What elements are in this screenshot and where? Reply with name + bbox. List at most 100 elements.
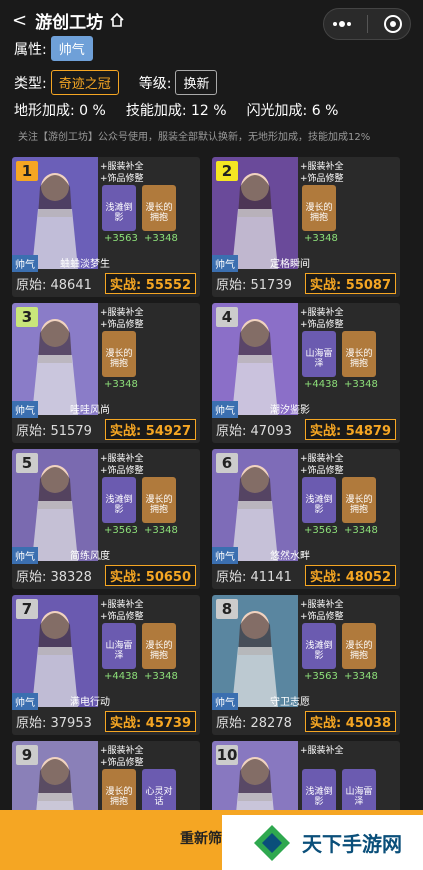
outfit-card[interactable]: 4 帅气 潮汐鉴影 +服装补全 +饰品修整 山海雷泽 +4438 漫长的拥抱 +… — [212, 303, 400, 443]
item-name: 漫长的拥抱 — [305, 203, 333, 223]
slot-accessory-title: +饰品修整 — [300, 174, 344, 184]
item-name: 浅滩倒影 — [105, 203, 133, 223]
score-row: 原始: 47093 实战: 54879 — [212, 417, 400, 441]
real-score: 实战: 45038 — [305, 711, 396, 732]
brand-text: 天下手游网 — [302, 832, 402, 856]
refilter-button[interactable]: 重新筛 — [180, 828, 222, 848]
outfit-card[interactable]: 7 帅气 满电行动 +服装补全 +饰品修整 山海雷泽 +4438 漫长的拥抱 +… — [12, 595, 200, 735]
skill-bonus[interactable]: 技能加成: 12 % — [126, 100, 227, 120]
level-chip[interactable]: 换新 — [175, 70, 218, 95]
item-name: 漫长的拥抱 — [145, 203, 173, 223]
item-card[interactable]: 山海雷泽 — [342, 769, 376, 815]
original-score: 原始: 28278 — [216, 715, 292, 731]
item-name: 浅滩倒影 — [305, 641, 333, 661]
item-card[interactable]: 山海雷泽 — [102, 623, 136, 669]
item-card[interactable]: 漫长的拥抱 — [302, 185, 336, 231]
original-score: 原始: 48641 — [16, 277, 92, 293]
item-name: 山海雷泽 — [345, 787, 373, 807]
rank-badge: 9 — [16, 745, 38, 765]
item-name: 山海雷泽 — [105, 641, 133, 661]
style-tag: 帅气 — [12, 255, 38, 272]
original-score: 原始: 38328 — [16, 569, 92, 585]
item-card[interactable]: 漫长的拥抱 — [342, 477, 376, 523]
item-name: 浅滩倒影 — [305, 495, 333, 515]
item-name: 漫长的拥抱 — [345, 349, 373, 369]
outfit-card[interactable]: 6 帅气 悠然水畔 +服装补全 +饰品修整 浅滩倒影 +3563 漫长的拥抱 +… — [212, 449, 400, 589]
item-card[interactable]: 漫长的拥抱 — [342, 331, 376, 377]
item-bonus: +3348 — [144, 233, 178, 244]
capsule-menu — [323, 8, 411, 40]
slot-accessory-title: +饰品修整 — [100, 466, 144, 476]
item-name: 漫长的拥抱 — [105, 349, 133, 369]
rank-badge: 4 — [216, 307, 238, 327]
score-row: 原始: 48641 实战: 55552 — [12, 271, 200, 295]
item-card[interactable]: 漫长的拥抱 — [342, 623, 376, 669]
item-card[interactable]: 浅滩倒影 — [302, 769, 336, 815]
item-name: 山海雷泽 — [305, 349, 333, 369]
outfit-card[interactable]: 1 帅气 蛐蛐淡梦生 +服装补全 +饰品修整 浅滩倒影 +3563 漫长的拥抱 … — [12, 157, 200, 297]
item-card[interactable]: 浅滩倒影 — [102, 477, 136, 523]
item-card[interactable]: 漫长的拥抱 — [102, 769, 136, 815]
score-row: 原始: 51739 实战: 55087 — [212, 271, 400, 295]
flash-bonus[interactable]: 闪光加成: 6 % — [247, 100, 339, 120]
back-icon[interactable]: < — [12, 10, 27, 31]
attr-chip[interactable]: 帅气 — [50, 36, 93, 61]
item-bonus: +3348 — [344, 379, 378, 390]
item-card[interactable]: 浅滩倒影 — [102, 185, 136, 231]
terrain-bonus[interactable]: 地形加成: 0 % — [14, 100, 106, 120]
item-card[interactable]: 浅滩倒影 — [302, 623, 336, 669]
real-score: 实战: 54927 — [105, 419, 196, 440]
rank-badge: 6 — [216, 453, 238, 473]
original-score: 原始: 37953 — [16, 715, 92, 731]
rank-badge: 7 — [16, 599, 38, 619]
level-label: 等级: — [138, 75, 172, 92]
real-score: 实战: 48052 — [305, 565, 396, 586]
outfit-card[interactable]: 5 帅气 简练风度 +服装补全 +饰品修整 浅滩倒影 +3563 漫长的拥抱 +… — [12, 449, 200, 589]
item-bonus: +3563 — [104, 525, 138, 536]
item-card[interactable]: 心灵对话 — [142, 769, 176, 815]
item-bonus: +3348 — [304, 233, 338, 244]
item-card[interactable]: 山海雷泽 — [302, 331, 336, 377]
outfit-name: 悠然水畔 — [270, 551, 310, 562]
real-score: 实战: 50650 — [105, 565, 196, 586]
home-icon[interactable] — [109, 12, 125, 28]
filter-type: 类型: 奇迹之冠 等级: 换新 — [14, 70, 218, 95]
score-row: 原始: 28278 实战: 45038 — [212, 709, 400, 733]
outfit-name: 满电行动 — [70, 697, 110, 708]
capsule-divider — [366, 15, 368, 33]
slot-accessory-title: +饰品修整 — [100, 174, 144, 184]
real-score: 实战: 54879 — [305, 419, 396, 440]
item-bonus: +3563 — [304, 525, 338, 536]
original-score: 原始: 41141 — [216, 569, 292, 585]
type-chip[interactable]: 奇迹之冠 — [50, 70, 119, 95]
rank-badge: 5 — [16, 453, 38, 473]
more-icon[interactable] — [332, 20, 352, 28]
item-name: 浅滩倒影 — [305, 787, 333, 807]
real-score: 实战: 55552 — [105, 273, 196, 294]
item-card[interactable]: 浅滩倒影 — [302, 477, 336, 523]
item-card[interactable]: 漫长的拥抱 — [102, 331, 136, 377]
item-card[interactable]: 漫长的拥抱 — [142, 623, 176, 669]
slot-clothes-title: +服装补全 — [300, 746, 344, 756]
real-score: 实战: 45739 — [105, 711, 196, 732]
outfit-card[interactable]: 8 帅气 守卫志愿 +服装补全 +饰品修整 浅滩倒影 +3563 漫长的拥抱 +… — [212, 595, 400, 735]
original-score: 原始: 51579 — [16, 423, 92, 439]
score-row: 原始: 51579 实战: 54927 — [12, 417, 200, 441]
style-tag: 帅气 — [212, 255, 238, 272]
rank-badge: 1 — [16, 161, 38, 181]
item-name: 漫长的拥抱 — [145, 495, 173, 515]
close-icon[interactable] — [383, 14, 403, 34]
item-name: 漫长的拥抱 — [145, 641, 173, 661]
outfit-card[interactable]: 3 帅气 哇哇风尚 +服装补全 +饰品修整 漫长的拥抱 +3348 原始: 51… — [12, 303, 200, 443]
item-bonus: +4438 — [304, 379, 338, 390]
item-bonus: +3348 — [144, 671, 178, 682]
item-bonus: +3563 — [104, 233, 138, 244]
attr-label: 属性: — [14, 41, 47, 58]
original-score: 原始: 47093 — [216, 423, 292, 439]
item-card[interactable]: 漫长的拥抱 — [142, 185, 176, 231]
item-card[interactable]: 漫长的拥抱 — [142, 477, 176, 523]
rank-badge: 10 — [216, 745, 238, 765]
outfit-name: 守卫志愿 — [270, 697, 310, 708]
outfit-card[interactable]: 2 帅气 定格瞬间 +服装补全 +饰品修整 漫长的拥抱 +3348 原始: 51… — [212, 157, 400, 297]
score-row: 原始: 41141 实战: 48052 — [212, 563, 400, 587]
